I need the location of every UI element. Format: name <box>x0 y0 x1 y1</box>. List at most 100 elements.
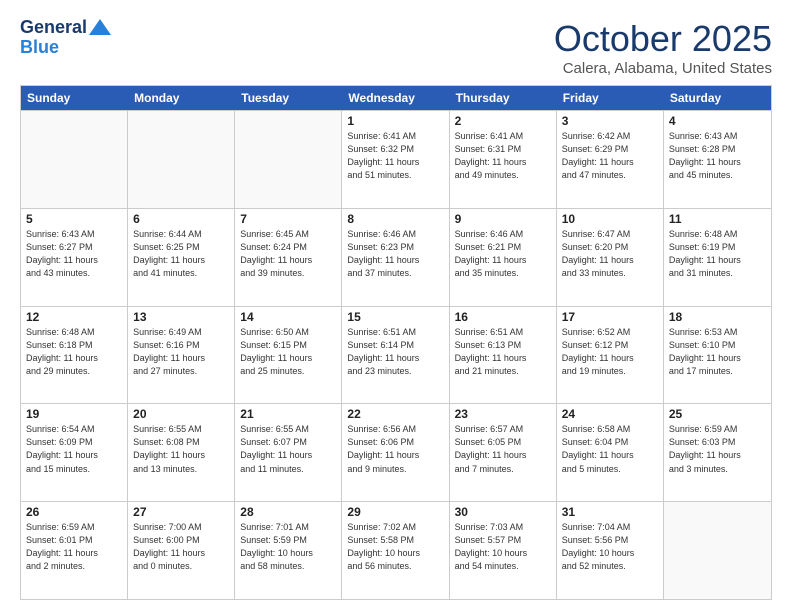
week-row-3: 12 Sunrise: 6:48 AM Sunset: 6:18 PM Dayli… <box>21 306 771 404</box>
day-number: 6 <box>133 212 229 226</box>
day-number: 30 <box>455 505 551 519</box>
cal-cell: 21 Sunrise: 6:55 AM Sunset: 6:07 PM Dayli… <box>235 404 342 501</box>
cal-cell: 8 Sunrise: 6:46 AM Sunset: 6:23 PM Daylig… <box>342 209 449 306</box>
page: General Blue October 2025 Calera, Alabam… <box>0 0 792 612</box>
cal-cell: 6 Sunrise: 6:44 AM Sunset: 6:25 PM Daylig… <box>128 209 235 306</box>
cal-cell: 12 Sunrise: 6:48 AM Sunset: 6:18 PM Dayli… <box>21 307 128 404</box>
cell-info: Sunrise: 6:56 AM Sunset: 6:06 PM Dayligh… <box>347 423 443 475</box>
cal-cell: 19 Sunrise: 6:54 AM Sunset: 6:09 PM Dayli… <box>21 404 128 501</box>
header-day-tuesday: Tuesday <box>235 86 342 110</box>
cell-info: Sunrise: 6:41 AM Sunset: 6:31 PM Dayligh… <box>455 130 551 182</box>
day-number: 19 <box>26 407 122 421</box>
cell-info: Sunrise: 6:46 AM Sunset: 6:23 PM Dayligh… <box>347 228 443 280</box>
week-row-4: 19 Sunrise: 6:54 AM Sunset: 6:09 PM Dayli… <box>21 403 771 501</box>
header-day-sunday: Sunday <box>21 86 128 110</box>
cell-info: Sunrise: 7:01 AM Sunset: 5:59 PM Dayligh… <box>240 521 336 573</box>
day-number: 8 <box>347 212 443 226</box>
cal-cell: 4 Sunrise: 6:43 AM Sunset: 6:28 PM Daylig… <box>664 111 771 208</box>
day-number: 10 <box>562 212 658 226</box>
cell-info: Sunrise: 6:55 AM Sunset: 6:08 PM Dayligh… <box>133 423 229 475</box>
day-number: 28 <box>240 505 336 519</box>
cell-info: Sunrise: 7:00 AM Sunset: 6:00 PM Dayligh… <box>133 521 229 573</box>
cal-cell <box>21 111 128 208</box>
day-number: 1 <box>347 114 443 128</box>
header-day-friday: Friday <box>557 86 664 110</box>
logo-general: General <box>20 18 87 38</box>
calendar: SundayMondayTuesdayWednesdayThursdayFrid… <box>20 85 772 600</box>
cal-cell: 9 Sunrise: 6:46 AM Sunset: 6:21 PM Daylig… <box>450 209 557 306</box>
logo: General Blue <box>20 18 111 58</box>
cal-cell: 5 Sunrise: 6:43 AM Sunset: 6:27 PM Daylig… <box>21 209 128 306</box>
header-day-saturday: Saturday <box>664 86 771 110</box>
cal-cell: 25 Sunrise: 6:59 AM Sunset: 6:03 PM Dayli… <box>664 404 771 501</box>
cal-cell: 15Sunrise: 6:51 AM Sunset: 6:14 PM Dayli… <box>342 307 449 404</box>
day-number: 22 <box>347 407 443 421</box>
day-number: 18 <box>669 310 766 324</box>
cell-info: Sunrise: 6:53 AM Sunset: 6:10 PM Dayligh… <box>669 326 766 378</box>
cal-cell: 24 Sunrise: 6:58 AM Sunset: 6:04 PM Dayli… <box>557 404 664 501</box>
cal-cell: 7 Sunrise: 6:45 AM Sunset: 6:24 PM Daylig… <box>235 209 342 306</box>
day-number: 23 <box>455 407 551 421</box>
header: General Blue October 2025 Calera, Alabam… <box>20 18 772 77</box>
header-day-thursday: Thursday <box>450 86 557 110</box>
cal-cell: 30Sunrise: 7:03 AM Sunset: 5:57 PM Dayli… <box>450 502 557 599</box>
cell-info: Sunrise: 6:59 AM Sunset: 6:01 PM Dayligh… <box>26 521 122 573</box>
cell-info: Sunrise: 6:41 AM Sunset: 6:32 PM Dayligh… <box>347 130 443 182</box>
cal-cell: 11Sunrise: 6:48 AM Sunset: 6:19 PM Dayli… <box>664 209 771 306</box>
day-number: 14 <box>240 310 336 324</box>
day-number: 4 <box>669 114 766 128</box>
cell-info: Sunrise: 6:42 AM Sunset: 6:29 PM Dayligh… <box>562 130 658 182</box>
day-number: 7 <box>240 212 336 226</box>
week-row-2: 5 Sunrise: 6:43 AM Sunset: 6:27 PM Daylig… <box>21 208 771 306</box>
day-number: 25 <box>669 407 766 421</box>
cal-cell: 16 Sunrise: 6:51 AM Sunset: 6:13 PM Dayli… <box>450 307 557 404</box>
day-number: 12 <box>26 310 122 324</box>
day-number: 26 <box>26 505 122 519</box>
day-number: 24 <box>562 407 658 421</box>
cell-info: Sunrise: 6:47 AM Sunset: 6:20 PM Dayligh… <box>562 228 658 280</box>
cal-cell <box>664 502 771 599</box>
day-number: 27 <box>133 505 229 519</box>
cell-info: Sunrise: 6:49 AM Sunset: 6:16 PM Dayligh… <box>133 326 229 378</box>
logo-blue: Blue <box>20 38 59 58</box>
cal-cell: 29 Sunrise: 7:02 AM Sunset: 5:58 PM Dayli… <box>342 502 449 599</box>
logo-icon <box>89 19 111 35</box>
day-number: 20 <box>133 407 229 421</box>
cell-info: Sunrise: 6:43 AM Sunset: 6:28 PM Dayligh… <box>669 130 766 182</box>
cal-cell <box>235 111 342 208</box>
cell-info: Sunrise: 6:55 AM Sunset: 6:07 PM Dayligh… <box>240 423 336 475</box>
cell-info: Sunrise: 6:48 AM Sunset: 6:18 PM Dayligh… <box>26 326 122 378</box>
day-number: 5 <box>26 212 122 226</box>
cal-cell: 14Sunrise: 6:50 AM Sunset: 6:15 PM Dayli… <box>235 307 342 404</box>
cal-cell: 13Sunrise: 6:49 AM Sunset: 6:16 PM Dayli… <box>128 307 235 404</box>
cell-info: Sunrise: 6:43 AM Sunset: 6:27 PM Dayligh… <box>26 228 122 280</box>
day-number: 21 <box>240 407 336 421</box>
cell-info: Sunrise: 6:51 AM Sunset: 6:14 PM Dayligh… <box>347 326 443 378</box>
cal-cell: 31Sunrise: 7:04 AM Sunset: 5:56 PM Dayli… <box>557 502 664 599</box>
day-number: 16 <box>455 310 551 324</box>
cal-cell: 20 Sunrise: 6:55 AM Sunset: 6:08 PM Dayli… <box>128 404 235 501</box>
title-block: October 2025 Calera, Alabama, United Sta… <box>554 18 772 77</box>
cell-info: Sunrise: 6:54 AM Sunset: 6:09 PM Dayligh… <box>26 423 122 475</box>
day-number: 2 <box>455 114 551 128</box>
cal-cell: 18 Sunrise: 6:53 AM Sunset: 6:10 PM Dayli… <box>664 307 771 404</box>
cell-info: Sunrise: 6:51 AM Sunset: 6:13 PM Dayligh… <box>455 326 551 378</box>
cal-cell: 17Sunrise: 6:52 AM Sunset: 6:12 PM Dayli… <box>557 307 664 404</box>
cal-cell: 10 Sunrise: 6:47 AM Sunset: 6:20 PM Dayli… <box>557 209 664 306</box>
cell-info: Sunrise: 6:45 AM Sunset: 6:24 PM Dayligh… <box>240 228 336 280</box>
location: Calera, Alabama, United States <box>554 60 772 77</box>
cal-cell: 3 Sunrise: 6:42 AM Sunset: 6:29 PM Daylig… <box>557 111 664 208</box>
day-number: 29 <box>347 505 443 519</box>
cell-info: Sunrise: 7:04 AM Sunset: 5:56 PM Dayligh… <box>562 521 658 573</box>
day-number: 9 <box>455 212 551 226</box>
cell-info: Sunrise: 6:46 AM Sunset: 6:21 PM Dayligh… <box>455 228 551 280</box>
cell-info: Sunrise: 6:57 AM Sunset: 6:05 PM Dayligh… <box>455 423 551 475</box>
cell-info: Sunrise: 6:44 AM Sunset: 6:25 PM Dayligh… <box>133 228 229 280</box>
cell-info: Sunrise: 6:59 AM Sunset: 6:03 PM Dayligh… <box>669 423 766 475</box>
week-row-1: 1 Sunrise: 6:41 AM Sunset: 6:32 PM Daylig… <box>21 110 771 208</box>
cal-cell: 2 Sunrise: 6:41 AM Sunset: 6:31 PM Daylig… <box>450 111 557 208</box>
day-number: 3 <box>562 114 658 128</box>
cell-info: Sunrise: 7:02 AM Sunset: 5:58 PM Dayligh… <box>347 521 443 573</box>
cell-info: Sunrise: 6:58 AM Sunset: 6:04 PM Dayligh… <box>562 423 658 475</box>
week-row-5: 26 Sunrise: 6:59 AM Sunset: 6:01 PM Dayli… <box>21 501 771 599</box>
